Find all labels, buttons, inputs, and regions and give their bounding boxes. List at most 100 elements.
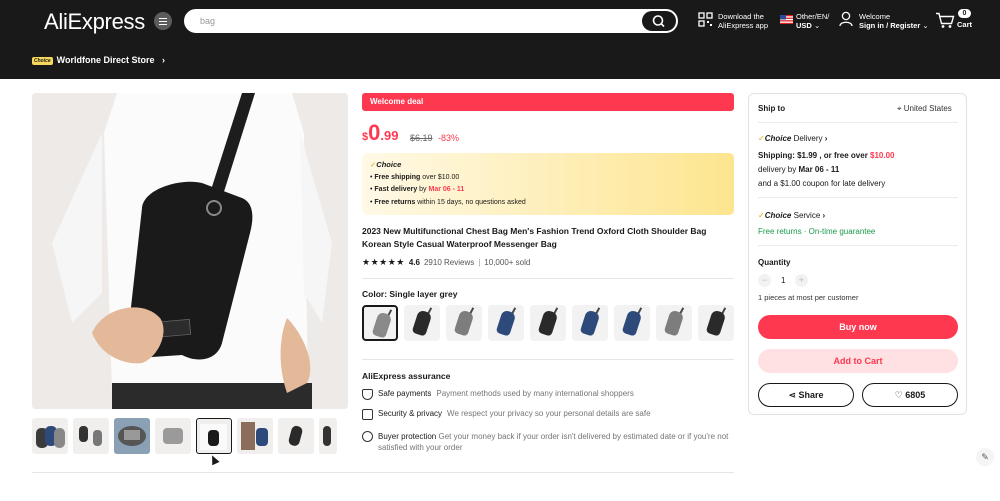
assurance-detail: We respect your privacy so your personal… <box>447 409 651 418</box>
thumbnail-3[interactable] <box>114 418 150 454</box>
rating-value: 4.6 <box>408 258 420 267</box>
menu-icon[interactable] <box>154 12 172 30</box>
thumbnail-1[interactable] <box>32 418 68 454</box>
assurance-label: Safe payments <box>378 389 432 398</box>
cart-icon[interactable] <box>935 12 955 29</box>
choice-label: ✓Choice <box>370 159 726 172</box>
delivery-estimate: delivery by Mar 06 - 11 <box>758 165 839 174</box>
download-app-line1: Download the <box>718 12 764 21</box>
heart-shield-icon <box>362 431 373 442</box>
choice-badge: Choice <box>32 56 53 65</box>
color-swatch[interactable] <box>530 305 566 341</box>
wishlist-count: 6805 <box>905 390 926 400</box>
add-to-cart-button[interactable]: Add to Cart <box>758 349 958 373</box>
ship-to-country[interactable]: ⌖ United States <box>897 104 952 114</box>
search-bar[interactable]: bag <box>184 9 678 33</box>
color-swatch[interactable] <box>488 305 524 341</box>
choice-service-link[interactable]: ✓Choice Service › <box>758 211 825 220</box>
assurance-detail: Payment methods used by many internation… <box>436 389 634 398</box>
quantity-increase-button[interactable]: + <box>795 274 808 287</box>
benefit-detail: by <box>417 186 429 193</box>
assurance-title: AliExpress assurance <box>362 371 451 381</box>
service-word: Service <box>793 211 821 220</box>
bag-shape <box>537 309 559 337</box>
download-app-line2: AliExpress app <box>718 21 769 30</box>
color-swatch[interactable] <box>446 305 482 341</box>
lock-icon <box>362 409 373 420</box>
locale-selector[interactable]: Other/EN/ USD ⌄ <box>796 12 829 30</box>
search-button[interactable] <box>642 11 676 31</box>
color-swatch[interactable] <box>362 305 398 341</box>
color-swatch[interactable] <box>698 305 734 341</box>
welcome-text: Welcome <box>859 12 891 21</box>
store-link[interactable]: Choice Worldfone Direct Store › <box>32 55 165 65</box>
assurance-label: Security & privacy <box>378 409 443 418</box>
price-integer: 0 <box>368 120 381 145</box>
benefit-title: Fast delivery <box>374 186 418 193</box>
current-price: $0.99 <box>362 120 398 146</box>
delivery-date: Mar 06 - 11 <box>798 165 840 174</box>
delivery-date: Mar 06 - 11 <box>428 186 465 193</box>
thumbnail-strip <box>32 418 337 454</box>
user-icon[interactable] <box>839 11 853 27</box>
chevron-down-icon: ⌄ <box>922 21 929 30</box>
benefit-free-shipping: • Free shipping over $10.00 <box>370 173 460 181</box>
divider <box>758 197 958 198</box>
shipping-text: Shipping: $1.99 , or free over <box>758 151 871 160</box>
wishlist-button[interactable]: ♡ 6805 <box>862 383 958 407</box>
share-button[interactable]: ⋖ Share <box>758 383 854 407</box>
buyer-protection-row: Buyer protection Get your money back if … <box>362 431 734 453</box>
color-swatch[interactable] <box>656 305 692 341</box>
thumbnail-7[interactable] <box>278 418 314 454</box>
search-input[interactable]: bag <box>200 16 215 26</box>
product-main-image[interactable] <box>32 93 348 409</box>
choice-text: Choice <box>376 160 402 169</box>
choice-benefits-box[interactable]: ✓Choice • Free shipping over $10.00 • Fa… <box>362 153 734 215</box>
discount-percent: -83% <box>438 133 460 143</box>
locale-line1: Other/EN/ <box>796 12 830 21</box>
edit-icon[interactable]: ✎ <box>976 448 994 466</box>
sold-count: 10,000+ sold <box>484 258 531 267</box>
benefit-detail: within 15 days, no questions asked <box>415 198 526 206</box>
chevron-right-icon: › <box>824 134 828 143</box>
shield-icon <box>362 389 373 400</box>
divider <box>758 122 958 123</box>
thumbnail-6[interactable] <box>237 418 273 454</box>
country-name: United States <box>903 104 952 113</box>
color-swatch[interactable] <box>614 305 650 341</box>
model-wearing-bag-illustration <box>32 93 348 409</box>
color-swatch-list <box>362 305 734 341</box>
quantity-decrease-button[interactable]: − <box>758 274 771 287</box>
benefit-title: Free shipping <box>374 173 421 181</box>
thumbnail-4[interactable] <box>155 418 191 454</box>
download-app-link[interactable]: Download the AliExpress app <box>718 12 768 30</box>
divider <box>32 472 734 473</box>
heart-icon: ♡ <box>894 390 903 400</box>
sign-in-register-link[interactable]: Sign in / Register <box>859 21 920 30</box>
quantity-value[interactable]: 1 <box>781 276 785 285</box>
shipping-threshold: $10.00 <box>870 151 895 160</box>
shipping-cost: Shipping: $1.99 , or free over $10.00 <box>758 151 895 160</box>
color-swatch[interactable] <box>572 305 608 341</box>
price-decimal: .99 <box>380 128 399 143</box>
rating-row[interactable]: ★★★★★ 4.6 2910 Reviews | 10,000+ sold <box>362 257 530 268</box>
thumbnail-8[interactable] <box>319 418 337 454</box>
aliexpress-logo[interactable]: AliExpress <box>44 9 145 35</box>
thumbnail-2[interactable] <box>73 418 109 454</box>
choice-delivery-link[interactable]: ✓Choice Delivery › <box>758 134 827 143</box>
bag-shape <box>705 309 727 337</box>
reviews-count[interactable]: 2910 Reviews <box>424 258 474 267</box>
delivery-word: Delivery <box>793 134 823 143</box>
cart-label[interactable]: Cart <box>957 20 972 29</box>
delivery-prefix: delivery by <box>758 165 799 174</box>
bag-shape <box>621 309 643 337</box>
top-header: AliExpress bag Download the AliExpress a… <box>0 0 1000 79</box>
color-swatch[interactable] <box>404 305 440 341</box>
welcome-deal-banner: Welcome deal <box>362 93 734 111</box>
account-menu[interactable]: Welcome Sign in / Register ⌄ <box>859 12 929 30</box>
buy-now-button[interactable]: Buy now <box>758 315 958 339</box>
thumbnail-5[interactable] <box>196 418 232 454</box>
chevron-right-icon: › <box>822 211 826 220</box>
qr-code-icon[interactable] <box>698 12 713 27</box>
check-icon: ✓ <box>758 134 765 143</box>
